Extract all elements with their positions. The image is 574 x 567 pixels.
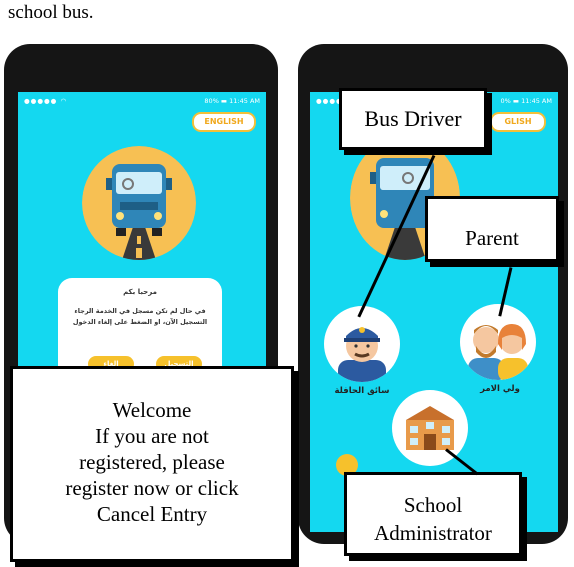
welcome-title: مرحبا بكم xyxy=(123,288,157,296)
welcome-annotation-line-5: Cancel Entry xyxy=(96,502,208,526)
parent-annotation-text: Parent xyxy=(465,226,519,250)
bus-driver-option[interactable] xyxy=(324,306,400,382)
english-button[interactable]: ENGLISH xyxy=(192,112,256,132)
status-right: 0% ▬ 11:45 AM xyxy=(500,97,552,105)
parent-annotation: Parent xyxy=(425,196,559,262)
bus-driver-label: سائق الحافلة xyxy=(334,386,390,396)
bus-illustration xyxy=(82,146,196,260)
figure-caption: school bus. xyxy=(8,2,94,23)
school-administrator-annotation: School Administrator xyxy=(344,472,522,556)
english-button[interactable]: GLISH xyxy=(490,112,546,132)
wifi-icon: ◠ xyxy=(60,97,68,105)
bus-driver-annotation: Bus Driver xyxy=(339,88,487,150)
school-administrator-option[interactable] xyxy=(392,390,468,466)
signal-icon: ●●●●● xyxy=(24,97,61,105)
bus-driver-annotation-text: Bus Driver xyxy=(364,106,462,131)
welcome-annotation-line-4: register now or click xyxy=(65,476,239,500)
welcome-annotation-line-2: If you are not xyxy=(95,424,209,448)
school-annotation-line-2: Administrator xyxy=(374,521,492,545)
status-right: 80% ▬ 11:45 AM xyxy=(204,97,260,105)
welcome-message: في حال لم تكن مسجل في الخدمة الرجاء التس… xyxy=(72,307,208,326)
welcome-annotation-line-1: Welcome xyxy=(112,398,192,422)
welcome-annotation-line-3: registered, please xyxy=(79,450,225,474)
welcome-annotation: Welcome If you are not registered, pleas… xyxy=(10,366,294,562)
status-bar: ●●●●● ◠ 80% ▬ 11:45 AM xyxy=(18,92,266,110)
school-annotation-line-1: School xyxy=(403,493,463,517)
parent-label: ولي الامر xyxy=(480,384,520,394)
